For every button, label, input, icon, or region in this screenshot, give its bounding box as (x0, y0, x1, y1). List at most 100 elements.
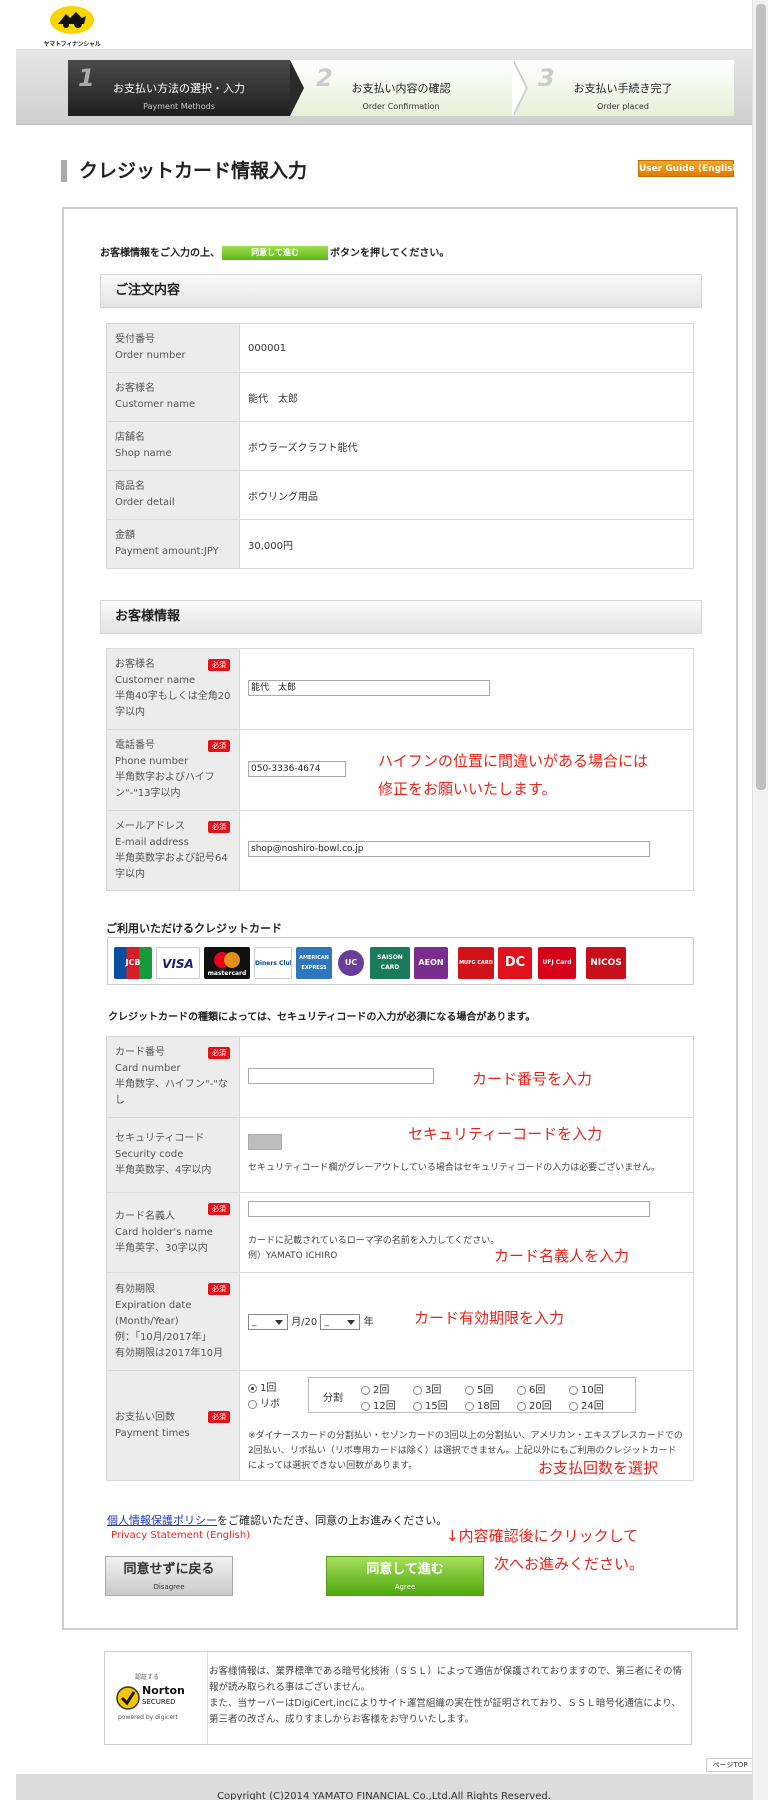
radio-split-15[interactable]: 15回 (413, 1397, 448, 1412)
email-input[interactable]: shop@noshiro-bowl.co.jp (248, 841, 650, 857)
instruction-before: お客様情報をご入力の上、 (100, 248, 220, 259)
mastercard-logo-icon: mastercard (204, 947, 250, 979)
card-holder-input[interactable] (248, 1201, 650, 1217)
step-label-en: Order Confirmation (362, 102, 440, 111)
radio-split-5[interactable]: 5回 (465, 1381, 493, 1396)
radio-button[interactable] (248, 1399, 257, 1409)
security-code-input[interactable] (248, 1134, 282, 1150)
label-en: E-mail address (115, 836, 189, 848)
label-en: Shop name (115, 448, 172, 459)
table-row: セキュリティコード Security code 半角英数字、4字以内 セキュリテ… (106, 1117, 694, 1193)
label-jp: 有効期限 (115, 1283, 155, 1295)
radio-split-10[interactable]: 10回 (569, 1381, 604, 1396)
label-jp: お客様名 (115, 383, 155, 394)
label-en: Order detail (115, 497, 175, 508)
card-number-input[interactable] (248, 1067, 434, 1084)
radio-label: 5回 (477, 1385, 494, 1396)
expiry-month-select[interactable]: _ (248, 1314, 288, 1330)
customer-name-input[interactable]: 能代 太郎 (248, 679, 490, 696)
radio-label: 6回 (529, 1385, 546, 1396)
radio-split-3[interactable]: 3回 (413, 1381, 441, 1396)
radio-split-18[interactable]: 18回 (465, 1397, 500, 1412)
disagree-back-button[interactable]: 同意せずに戻る Disagree (105, 1556, 233, 1596)
privacy-statement-english-link[interactable]: Privacy Statement (English) (111, 1530, 250, 1541)
radio-split-20[interactable]: 20回 (517, 1397, 552, 1412)
radio-split-6[interactable]: 6回 (517, 1381, 545, 1396)
step-label-en: Payment Methods (143, 102, 215, 111)
norton-text: Norton (142, 1684, 185, 1697)
radio-once[interactable]: 1回 (248, 1379, 276, 1394)
chevron-down-icon (275, 1320, 283, 1325)
ssl-text-2: また、当サーバーはDigiCert,incによりサイト運営組織の実在性が証明され… (209, 1698, 681, 1725)
radio-split-24[interactable]: 24回 (569, 1397, 604, 1412)
radio-button[interactable] (361, 1401, 370, 1411)
table-row: 必須 お客様名 Customer name 半角40字もしくは全角20字以内 能… (106, 648, 694, 730)
vertical-scrollbar[interactable] (752, 0, 768, 1800)
phone-annotation-line1: ハイフンの位置に間違いがある場合には (378, 752, 649, 770)
customer-name-cell: 能代 太郎 (239, 648, 694, 730)
required-badge: 必須 (208, 1047, 230, 1059)
step-2: 2 お支払い内容の確認 Order Confirmation (290, 60, 512, 116)
jcb-logo-icon: JCB (114, 947, 152, 979)
radio-button[interactable] (361, 1385, 370, 1395)
label-hint: 半角数字およびハイフン"-"13字以内 (115, 772, 215, 799)
row-label: セキュリティコード Security code 半角英数字、4字以内 (106, 1117, 240, 1193)
radio-button[interactable] (465, 1385, 474, 1395)
label-jp: 金額 (115, 530, 135, 541)
visa-logo-icon: VISA (156, 947, 200, 979)
security-code-annotation: セキュリティーコードを入力 (408, 1125, 603, 1143)
radio-button[interactable] (569, 1401, 578, 1411)
radio-button[interactable] (517, 1401, 526, 1411)
radio-split-12[interactable]: 12回 (361, 1397, 396, 1412)
radio-label: 1回 (260, 1383, 277, 1394)
label-en: Card number (115, 1063, 181, 1074)
label-en: Phone number (115, 756, 189, 767)
agree-proceed-button[interactable]: 同意して進む Agree (326, 1556, 484, 1596)
required-badge: 必須 (208, 821, 230, 833)
label-jp: メールアドレス (115, 820, 185, 832)
phone-input[interactable]: 050-3336-4674 (248, 760, 346, 777)
yamato-logo[interactable]: ヤマトフィナンシャル (34, 4, 110, 48)
powered-text: powered by digicert (118, 1714, 178, 1721)
radio-button[interactable] (413, 1385, 422, 1395)
label-hint: 例：「10月/2017年」 (115, 1331, 212, 1343)
payment-amount-value: 30,000円 (239, 519, 694, 569)
customer-section-heading: お客様情報 (100, 600, 702, 634)
privacy-policy-link[interactable]: 個人情報保護ポリシー (107, 1514, 217, 1527)
order-section-heading: ご注文内容 (100, 274, 702, 308)
footer-copyright: Copyright (C)2014 YAMATO FINANCIAL Co.,L… (16, 1774, 752, 1800)
step-label: お支払い方法の選択・入力 (113, 82, 245, 95)
step-label: お支払い手続き完了 (573, 82, 673, 95)
row-label: お客様名 Customer name (106, 372, 240, 422)
radio-button[interactable] (248, 1383, 257, 1393)
radio-button[interactable] (517, 1385, 526, 1395)
shop-name-value: ボウラーズクラフト能代 (239, 421, 694, 471)
user-guide-button[interactable]: User Guide (English) (638, 160, 743, 177)
security-code-note: クレジットカードの種類によっては、セキュリティコードの入力が必須になる場合があり… (108, 1012, 536, 1023)
table-row: 商品名 Order detail ボウリング用品 (106, 470, 694, 520)
amex-logo-icon: AMERICAN EXPRESS (296, 947, 332, 979)
expiry-year-select[interactable]: _ (320, 1314, 361, 1330)
radio-revolving[interactable]: リボ (248, 1395, 280, 1410)
split-options-box: 分割 2回 3回 5回 6回 10回 12回 15回 18回 20回 24回 (308, 1377, 636, 1413)
radio-button[interactable] (413, 1401, 422, 1411)
step-arrow (290, 60, 304, 116)
table-row: 受付番号 Order number 000001 (106, 323, 694, 373)
label-hint: 半角40字もしくは全角20字以内 (115, 691, 231, 718)
page-title: クレジットカード情報入力 (61, 160, 307, 182)
norton-secured-badge[interactable]: 認証する Norton SECURED powered by digicert (105, 1652, 208, 1744)
logo-text: ヤマトフィナンシャル (43, 41, 101, 48)
radio-split-2[interactable]: 2回 (361, 1381, 389, 1396)
page-top-button[interactable]: ページTOP (706, 1758, 754, 1772)
radio-label: 15回 (425, 1401, 448, 1412)
inline-agree-button-image: 同意して進む (222, 246, 328, 260)
radio-button[interactable] (465, 1401, 474, 1411)
card-holder-annotation: カード名義人を入力 (494, 1247, 630, 1265)
card-brands-title: ご利用いただけるクレジットカード (106, 922, 282, 935)
saison-logo-icon: SAISON CARD (370, 947, 410, 979)
scrollbar-thumb[interactable] (756, 4, 766, 790)
label-jp: 店舗名 (115, 432, 145, 443)
radio-button[interactable] (569, 1385, 578, 1395)
radio-label: リボ (260, 1399, 280, 1410)
step-1: 1 お支払い方法の選択・入力 Payment Methods (68, 60, 290, 116)
